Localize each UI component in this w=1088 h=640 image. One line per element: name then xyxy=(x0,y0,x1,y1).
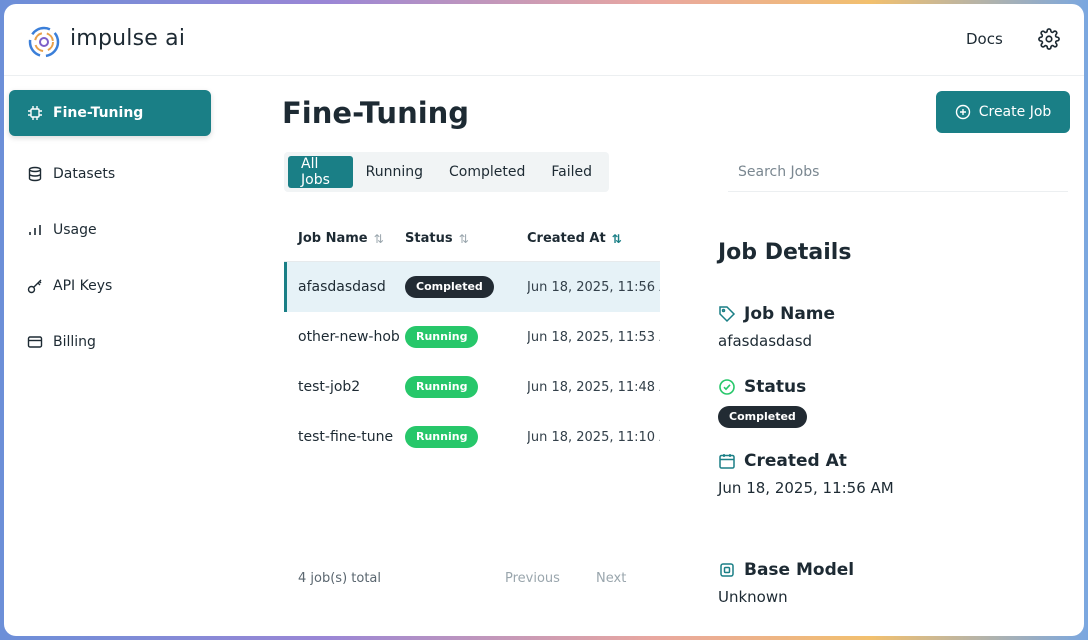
sidebar-item-label: Fine-Tuning xyxy=(53,105,144,121)
brand-name: impulse ai xyxy=(70,26,186,51)
tab-all-jobs[interactable]: All Jobs xyxy=(288,156,353,188)
sidebar-item-usage[interactable]: Usage xyxy=(9,207,211,253)
sort-icon: ⇅ xyxy=(611,231,622,246)
impulse-logo-icon xyxy=(28,26,60,58)
bar-chart-icon xyxy=(29,225,41,235)
sidebar-item-api-keys[interactable]: API Keys xyxy=(9,263,211,309)
detail-label: Created At xyxy=(744,451,847,471)
created-at-cell: Jun 18, 2025, 11:10 AM xyxy=(527,429,660,445)
sidebar-item-label: Datasets xyxy=(53,166,116,182)
sidebar-item-label: Usage xyxy=(53,222,97,238)
job-name-cell: other-new-hob xyxy=(298,329,400,345)
status-badge: Running xyxy=(405,326,479,348)
gear-icon[interactable] xyxy=(1038,28,1060,50)
detail-created-at: Created At Jun 18, 2025, 11:56 AM xyxy=(718,451,894,497)
status-badge: Completed xyxy=(405,276,494,298)
detail-label: Status xyxy=(744,377,807,397)
column-label: Created At xyxy=(527,231,606,246)
job-details-title: Job Details xyxy=(718,240,852,265)
sidebar-item-label: Billing xyxy=(53,334,96,350)
tab-failed[interactable]: Failed xyxy=(538,156,605,188)
detail-status: Status Completed xyxy=(718,377,807,428)
column-job-name[interactable]: Job Name ⇅ xyxy=(284,231,405,246)
key-icon xyxy=(27,279,42,294)
database-icon xyxy=(28,166,42,182)
sort-icon: ⇅ xyxy=(458,231,469,246)
tab-running[interactable]: Running xyxy=(353,156,436,188)
sidebar-item-billing[interactable]: Billing xyxy=(9,319,211,365)
sidebar-item-datasets[interactable]: Datasets xyxy=(9,151,211,197)
created-at-cell: Jun 18, 2025, 11:56 AM xyxy=(527,279,660,295)
jobs-total: 4 job(s) total xyxy=(298,571,381,586)
detail-value: Unknown xyxy=(718,588,788,606)
jobs-table: Job Name ⇅ Status ⇅ Created At ⇅ afasdas… xyxy=(284,216,660,462)
status-badge: Completed xyxy=(718,406,807,428)
detail-base-model: Base Model Unknown xyxy=(718,560,854,606)
detail-label: Base Model xyxy=(744,560,855,580)
docs-link[interactable]: Docs xyxy=(966,30,1003,48)
job-name-cell: afasdasdasd xyxy=(298,279,386,295)
check-circle-icon xyxy=(719,379,735,395)
calendar-icon xyxy=(719,454,735,469)
sidebar-item-label: API Keys xyxy=(53,278,113,294)
create-job-button[interactable]: Create Job xyxy=(936,91,1070,133)
detail-value: Jun 18, 2025, 11:56 AM xyxy=(718,479,894,497)
detail-label: Job Name xyxy=(744,304,836,324)
credit-card-icon xyxy=(27,336,43,348)
plus-circle-icon xyxy=(955,104,970,120)
search-input[interactable] xyxy=(728,152,1068,192)
job-filter-tabs: All Jobs Running Completed Failed xyxy=(284,152,609,192)
table-row[interactable]: other-new-hob Running Jun 18, 2025, 11:5… xyxy=(284,312,660,362)
column-created-at[interactable]: Created At ⇅ xyxy=(527,231,660,246)
tab-completed[interactable]: Completed xyxy=(436,156,538,188)
created-at-cell: Jun 18, 2025, 11:53 AM xyxy=(527,329,660,345)
column-label: Status xyxy=(405,231,453,246)
top-bar: impulse ai Docs xyxy=(4,4,1084,76)
column-status[interactable]: Status ⇅ xyxy=(405,231,527,246)
job-name-cell: test-fine-tune xyxy=(298,429,394,445)
job-details-panel: Job Details Job Name afasdasdasd Status … xyxy=(718,240,1068,606)
page-title: Fine-Tuning xyxy=(282,96,470,130)
detail-job-name: Job Name afasdasdasd xyxy=(718,304,835,350)
table-row[interactable]: afasdasdasd Completed Jun 18, 2025, 11:5… xyxy=(284,262,660,312)
chip-icon xyxy=(28,106,42,120)
previous-page-button[interactable]: Previous xyxy=(505,571,560,586)
sort-icon: ⇅ xyxy=(373,231,384,246)
app-window: impulse ai Docs Fine-Tuning Datasets Usa… xyxy=(4,4,1084,636)
chip-icon xyxy=(720,563,734,577)
status-badge: Running xyxy=(405,426,479,448)
next-page-button[interactable]: Next xyxy=(596,571,626,586)
column-label: Job Name xyxy=(298,231,368,246)
create-job-label: Create Job xyxy=(978,104,1052,120)
table-row[interactable]: test-job2 Running Jun 18, 2025, 11:48 AM xyxy=(284,362,660,412)
tag-icon xyxy=(719,306,736,323)
detail-value: afasdasdasd xyxy=(718,332,813,350)
job-name-cell: test-job2 xyxy=(298,379,361,395)
table-row[interactable]: test-fine-tune Running Jun 18, 2025, 11:… xyxy=(284,412,660,462)
status-badge: Running xyxy=(405,376,479,398)
sidebar: Fine-Tuning Datasets Usage API Keys Bill… xyxy=(4,76,220,636)
created-at-cell: Jun 18, 2025, 11:48 AM xyxy=(527,379,660,395)
table-header: Job Name ⇅ Status ⇅ Created At ⇅ xyxy=(284,216,660,262)
sidebar-item-fine-tuning[interactable]: Fine-Tuning xyxy=(9,90,211,136)
